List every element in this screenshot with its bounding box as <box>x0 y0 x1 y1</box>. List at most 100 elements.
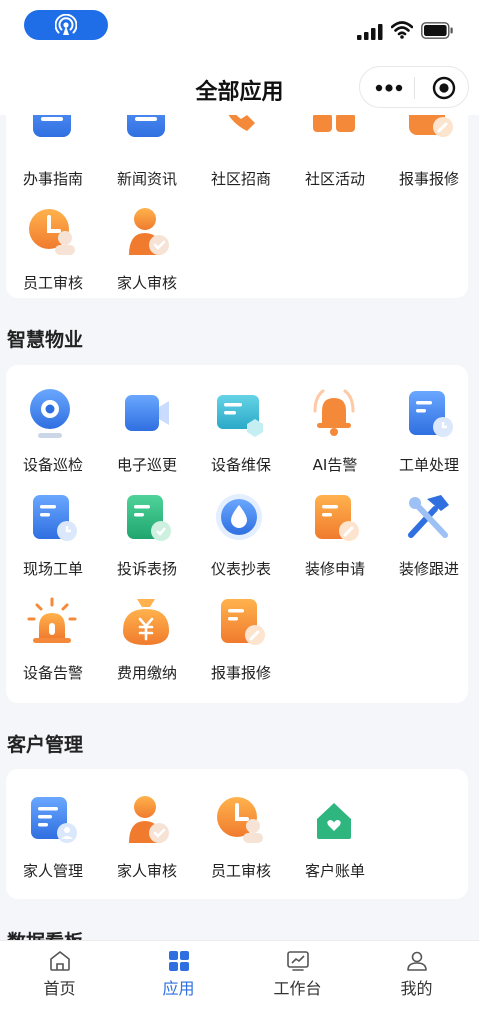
section-title-smart-property: 智慧物业 <box>7 329 84 351</box>
top-app-card: 办事指南 新闻资讯 社区招商 社区活动 报事报修 员工审核 家人审核 <box>6 115 468 298</box>
renovation-apply-icon <box>315 495 359 541</box>
camera-icon <box>30 389 70 438</box>
app-label: 费用缴纳 <box>116 664 177 682</box>
app-label: 社区招商 <box>210 170 271 188</box>
tab-workbench[interactable]: 工作台 <box>238 941 357 1021</box>
app-item-investment[interactable]: 社区招商 <box>194 115 288 199</box>
onsite-order-icon <box>33 495 77 541</box>
app-item-renovation-follow[interactable]: 装修跟进 <box>382 485 476 589</box>
app-item-news[interactable]: 新闻资讯 <box>100 115 194 199</box>
app-label: 社区活动 <box>304 170 365 188</box>
app-list[interactable]: 办事指南 新闻资讯 社区招商 社区活动 报事报修 员工审核 家人审核 智慧物业 … <box>0 115 479 940</box>
complaint-icon <box>127 495 171 541</box>
water-meter-icon <box>216 494 262 540</box>
money-bag-icon <box>123 599 169 645</box>
app-item-fee-payment[interactable]: 费用缴纳 <box>100 589 194 693</box>
family-review-icon <box>129 208 169 255</box>
apps-icon <box>169 951 189 971</box>
tab-label: 首页 <box>43 979 76 998</box>
home-icon <box>50 951 70 971</box>
maintenance-icon <box>217 395 263 437</box>
app-item-family-review-2[interactable]: 家人审核 <box>100 787 194 891</box>
alarm-light-icon <box>27 597 77 643</box>
app-item-guide[interactable]: 办事指南 <box>6 115 100 199</box>
report-repair-icon <box>221 599 265 645</box>
tab-label: 我的 <box>400 979 433 998</box>
family-manage-icon <box>31 797 77 843</box>
activity-icon <box>313 115 355 132</box>
app-item-onsite-order[interactable]: 现场工单 <box>6 485 100 589</box>
app-item-report-repair-2[interactable]: 报事报修 <box>194 589 288 693</box>
wifi-icon <box>391 21 413 39</box>
guide-icon <box>33 115 71 137</box>
section-title-customer: 客户管理 <box>7 734 84 756</box>
hotspot-icon <box>55 14 77 35</box>
tab-mine[interactable]: 我的 <box>357 941 476 1021</box>
mini-program-capsule <box>359 66 469 108</box>
tools-icon <box>408 495 449 538</box>
report-repair-icon <box>409 115 453 137</box>
family-review-icon <box>129 796 169 843</box>
more-icon[interactable] <box>374 79 404 97</box>
tab-bar: 首页 应用 工作台 我的 <box>0 940 479 1021</box>
app-item-staff-review[interactable]: 员工审核 <box>6 199 100 303</box>
app-label: 设备维保 <box>210 456 271 474</box>
app-item-activity[interactable]: 社区活动 <box>288 115 382 199</box>
smart-property-card: 设备巡检 电子巡更 设备维保 AI告警 工单处理 现场工单 投诉表扬 仪表抄表 … <box>6 365 468 703</box>
tab-label: 工作台 <box>273 979 322 998</box>
phone-icon <box>228 115 255 131</box>
tab-home[interactable]: 首页 <box>0 941 119 1021</box>
app-label: AI告警 <box>312 456 358 474</box>
signal-icon <box>357 24 383 40</box>
app-item-e-patrol[interactable]: 电子巡更 <box>100 381 194 485</box>
app-item-maintenance[interactable]: 设备维保 <box>194 381 288 485</box>
app-label: 现场工单 <box>22 560 83 578</box>
app-label: 投诉表扬 <box>116 560 177 578</box>
user-icon <box>407 951 427 971</box>
app-item-ai-alarm[interactable]: AI告警 <box>288 381 382 485</box>
app-label: 家人审核 <box>116 862 177 880</box>
status-bar <box>0 0 479 60</box>
app-label: 设备告警 <box>22 664 83 682</box>
app-item-customer-bill[interactable]: 客户账单 <box>288 787 382 891</box>
app-item-meter-reading[interactable]: 仪表抄表 <box>194 485 288 589</box>
app-label: 客户账单 <box>304 862 365 880</box>
app-item-inspection[interactable]: 设备巡检 <box>6 381 100 485</box>
app-label: 员工审核 <box>22 274 83 292</box>
app-label: 设备巡检 <box>22 456 83 474</box>
section-title-data: 数据看板 <box>7 927 83 940</box>
staff-review-icon <box>217 797 263 843</box>
app-item-report-repair[interactable]: 报事报修 <box>382 115 476 199</box>
app-label: 家人管理 <box>22 862 83 880</box>
close-target-icon[interactable] <box>432 76 456 100</box>
app-item-family-review[interactable]: 家人审核 <box>100 199 194 303</box>
app-label: 电子巡更 <box>116 456 177 474</box>
app-label: 工单处理 <box>398 456 459 474</box>
hotspot-pill[interactable] <box>24 10 108 40</box>
navigation-bar: 全部应用 <box>0 60 479 115</box>
app-item-family-manage[interactable]: 家人管理 <box>6 787 100 891</box>
news-icon <box>127 115 165 137</box>
app-item-staff-review-2[interactable]: 员工审核 <box>194 787 288 891</box>
app-label: 新闻资讯 <box>116 170 177 188</box>
app-label: 家人审核 <box>116 274 177 292</box>
app-label: 报事报修 <box>398 170 459 188</box>
app-label: 报事报修 <box>210 664 271 682</box>
house-icon <box>317 803 351 839</box>
app-label: 装修申请 <box>304 560 365 578</box>
tab-apps[interactable]: 应用 <box>119 941 238 1021</box>
bell-icon <box>313 389 355 436</box>
app-label: 员工审核 <box>210 862 271 880</box>
staff-review-icon <box>29 209 75 255</box>
app-item-renovation-apply[interactable]: 装修申请 <box>288 485 382 589</box>
app-item-work-order[interactable]: 工单处理 <box>382 381 476 485</box>
customer-card: 家人管理 家人审核 员工审核 客户账单 <box>6 769 468 899</box>
battery-icon <box>421 22 453 39</box>
app-item-device-alarm[interactable]: 设备告警 <box>6 589 100 693</box>
app-label: 仪表抄表 <box>210 560 271 578</box>
tab-label: 应用 <box>162 979 195 998</box>
capsule-divider <box>414 77 415 99</box>
chart-icon <box>287 951 309 971</box>
app-item-complaint[interactable]: 投诉表扬 <box>100 485 194 589</box>
app-label: 装修跟进 <box>398 560 459 578</box>
